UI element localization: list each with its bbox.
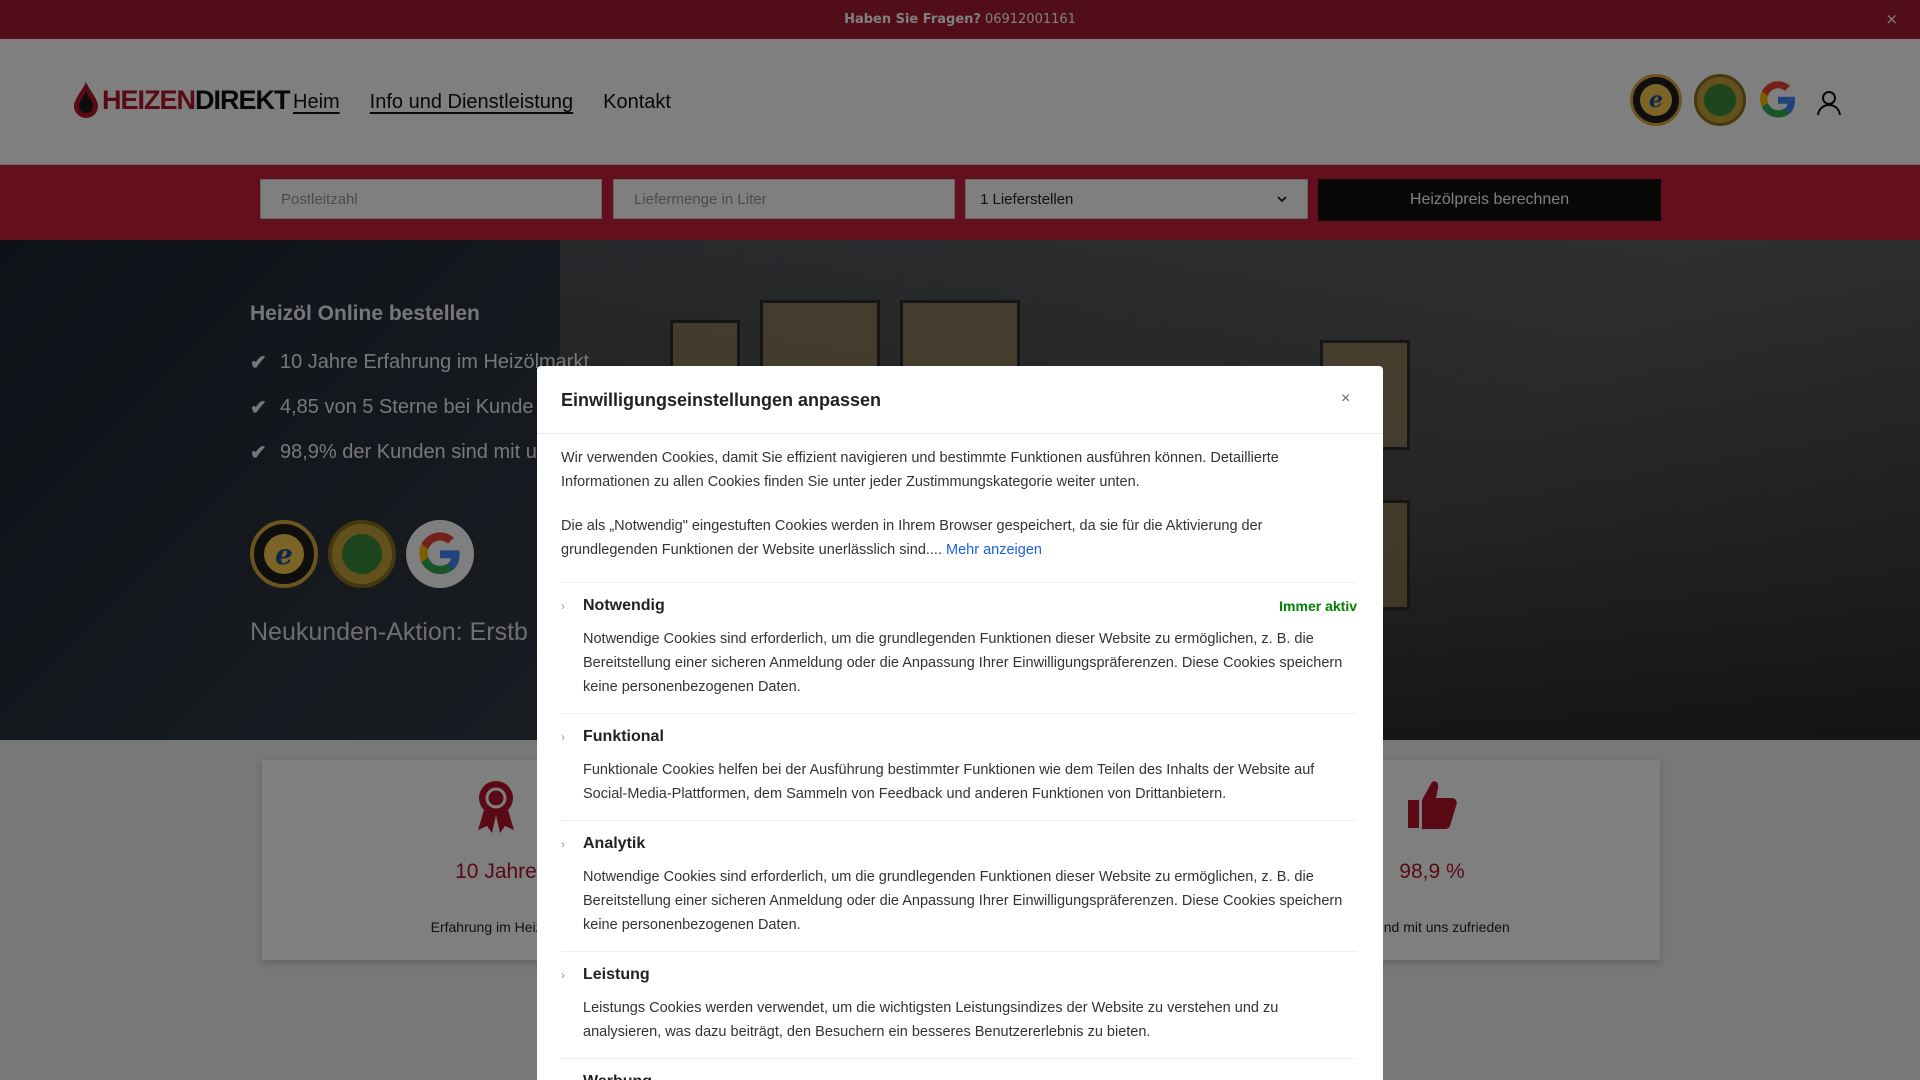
category-name: Notwendig xyxy=(583,597,665,614)
modal-body: Wir verwenden Cookies, damit Sie effizie… xyxy=(561,446,1357,1080)
intro-text: Wir verwenden Cookies, damit Sie effizie… xyxy=(561,450,1279,490)
category-desc: Notwendige Cookies sind erforderlich, um… xyxy=(583,869,1343,933)
consent-category-funktional[interactable]: › Funktional Funktionale Cookies helfen … xyxy=(561,713,1357,820)
category-name: Funktional xyxy=(583,728,664,745)
category-desc: Notwendige Cookies sind erforderlich, um… xyxy=(583,631,1343,695)
category-desc: Leistungs Cookies werden verwendet, um d… xyxy=(583,1000,1279,1040)
category-desc: Funktionale Cookies helfen bei der Ausfü… xyxy=(583,762,1315,802)
intro-text-2: Die als „Notwendig" eingestuften Cookies… xyxy=(561,518,1263,558)
show-more-link[interactable]: Mehr anzeigen xyxy=(946,542,1042,558)
consent-category-analytik[interactable]: › Analytik Notwendige Cookies sind erfor… xyxy=(561,820,1357,951)
chevron-right-icon[interactable]: › xyxy=(561,832,583,856)
category-name: Analytik xyxy=(583,835,646,852)
chevron-right-icon[interactable]: › xyxy=(561,963,583,987)
close-icon[interactable]: × xyxy=(1341,390,1350,408)
chevron-right-icon[interactable]: › xyxy=(561,594,583,618)
chevron-right-icon[interactable]: › xyxy=(561,1070,583,1080)
modal-header: Einwilligungseinstellungen anpassen × xyxy=(537,366,1383,434)
chevron-right-icon[interactable]: › xyxy=(561,725,583,749)
consent-modal: Einwilligungseinstellungen anpassen × Wi… xyxy=(537,366,1383,1080)
consent-category-werbung[interactable]: › Werbung xyxy=(561,1058,1357,1080)
modal-title: Einwilligungseinstellungen anpassen xyxy=(561,390,882,410)
category-name: Leistung xyxy=(583,966,650,983)
consent-category-leistung[interactable]: › Leistung Leistungs Cookies werden verw… xyxy=(561,951,1357,1058)
consent-category-notwendig[interactable]: › Notwendig Immer aktiv Notwendige Cooki… xyxy=(561,582,1357,713)
category-name: Werbung xyxy=(583,1070,652,1080)
always-active-label: Immer aktiv xyxy=(1279,598,1357,614)
